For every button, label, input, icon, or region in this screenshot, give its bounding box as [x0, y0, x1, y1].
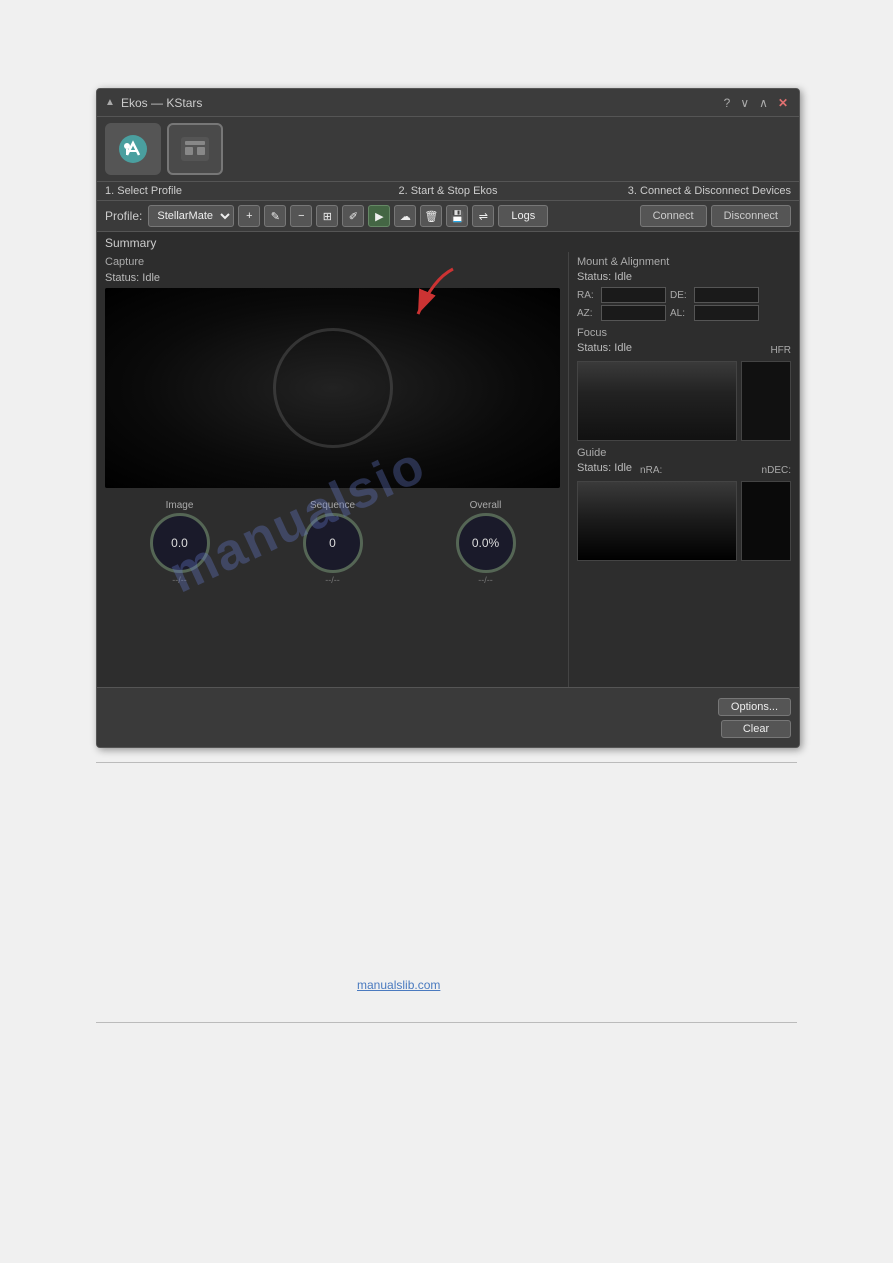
tab-tools[interactable] — [105, 123, 161, 175]
logs-button[interactable]: Logs — [498, 205, 548, 227]
guide-ndec-image — [741, 481, 791, 561]
help-button[interactable]: ? — [721, 96, 734, 110]
gauges-row: Image 0.0 --/-- Sequence 0 --/-- Overall… — [105, 496, 560, 589]
page-wrapper: ▲ Ekos — KStars ? ∨ ∧ ✕ — [0, 0, 893, 1263]
guide-status: Status: Idle — [577, 462, 632, 474]
gauge-overall-label: Overall — [470, 500, 502, 511]
app-icon: ▲ — [105, 97, 117, 109]
remove-profile-button[interactable]: − — [290, 205, 312, 227]
gauge-sequence-circle: 0 — [303, 513, 363, 573]
steps-row: 1. Select Profile 2. Start & Stop Ekos 3… — [97, 182, 799, 201]
mount-title: Mount & Alignment — [577, 256, 791, 268]
bottom-bar: Options... Clear — [97, 687, 799, 747]
gauge-sequence-label: Sequence — [310, 500, 355, 511]
mount-az-row: AZ: AL: — [577, 305, 791, 321]
mount-al-label: AL: — [670, 308, 690, 319]
play-button[interactable]: ▶ — [368, 205, 390, 227]
profile-label: Profile: — [105, 209, 142, 223]
content-flex: Capture Status: Idle Image 0.0 --/-- — [97, 252, 799, 720]
camera-view — [105, 288, 560, 488]
main-area: Capture Status: Idle Image 0.0 --/-- — [97, 252, 799, 720]
guide-status-row: Status: Idle nRA: nDEC: — [577, 462, 791, 478]
separator-1 — [96, 762, 797, 763]
gauge-overall-sub: --/-- — [478, 575, 493, 585]
guide-main-image — [577, 481, 737, 561]
mount-de-label: DE: — [670, 290, 690, 301]
maximize-button[interactable]: ∧ — [756, 96, 771, 110]
gauge-overall-circle: 0.0% — [456, 513, 516, 573]
mount-ra-row: RA: DE: — [577, 287, 791, 303]
mount-ra-input[interactable] — [601, 287, 666, 303]
profile-row: Profile: StellarMate Default Simulator +… — [97, 201, 799, 232]
write-button[interactable]: ✐ — [342, 205, 364, 227]
focus-title: Focus — [577, 327, 791, 339]
window-title: Ekos — KStars — [121, 96, 202, 110]
step-3: 3. Connect & Disconnect Devices — [562, 185, 791, 197]
title-bar: ▲ Ekos — KStars ? ∨ ∧ ✕ — [97, 89, 799, 117]
mount-de-input[interactable] — [694, 287, 759, 303]
gauge-image-circle: 0.0 — [150, 513, 210, 573]
play-icon: ▶ — [375, 210, 383, 223]
guide-title: Guide — [577, 447, 791, 459]
capture-panel: Capture Status: Idle Image 0.0 --/-- — [97, 252, 569, 720]
gauge-overall: Overall 0.0% --/-- — [456, 500, 516, 585]
clear-button[interactable]: Clear — [721, 720, 791, 738]
cloud-button[interactable]: ☁ — [394, 205, 416, 227]
right-panel: Mount & Alignment Status: Idle RA: DE: A… — [569, 252, 799, 720]
app-window: ▲ Ekos — KStars ? ∨ ∧ ✕ — [96, 88, 800, 748]
focus-status-row: Status: Idle HFR — [577, 342, 791, 358]
guide-section: Guide Status: Idle nRA: nDEC: — [577, 447, 791, 561]
focus-status: Status: Idle — [577, 342, 632, 354]
step-1: 1. Select Profile — [105, 185, 334, 197]
add-profile-button[interactable]: + — [238, 205, 260, 227]
save-button[interactable]: 💾 — [446, 205, 468, 227]
gauge-sequence: Sequence 0 --/-- — [303, 500, 363, 585]
capture-title: Capture — [105, 256, 560, 268]
trash-button[interactable]: 🗑 — [420, 205, 442, 227]
gauge-image-label: Image — [166, 500, 194, 511]
tab-profile[interactable] — [167, 123, 223, 175]
profile-select[interactable]: StellarMate Default Simulator — [148, 205, 234, 227]
mount-az-input[interactable] — [601, 305, 666, 321]
separator-2 — [96, 1022, 797, 1023]
title-bar-left: ▲ Ekos — KStars — [105, 96, 202, 110]
close-button[interactable]: ✕ — [775, 96, 791, 110]
mount-section: Mount & Alignment Status: Idle RA: DE: A… — [577, 256, 791, 321]
edit-profile-button[interactable]: ✎ — [264, 205, 286, 227]
step-2: 2. Start & Stop Ekos — [334, 185, 563, 197]
mount-status: Status: Idle — [577, 271, 791, 283]
focus-hfr-image — [741, 361, 791, 441]
capture-status: Status: Idle — [105, 272, 560, 284]
icon-tabs — [97, 117, 799, 182]
disconnect-button[interactable]: Disconnect — [711, 205, 791, 227]
focus-hfr-label: HFR — [770, 345, 791, 356]
mount-al-input[interactable] — [694, 305, 759, 321]
mount-ra-label: RA: — [577, 290, 597, 301]
focus-images — [577, 361, 791, 441]
gauge-sequence-sub: --/-- — [325, 575, 340, 585]
guide-images — [577, 481, 791, 561]
minimize-button[interactable]: ∨ — [737, 96, 752, 110]
settings-button[interactable]: ⇌ — [472, 205, 494, 227]
options-button[interactable]: Options... — [718, 698, 791, 716]
focus-main-image — [577, 361, 737, 441]
summary-label: Summary — [97, 232, 799, 252]
focus-section: Focus Status: Idle HFR — [577, 327, 791, 441]
guide-nra-label: nRA: — [640, 465, 662, 476]
guide-ndec-label: nDEC: — [762, 465, 791, 476]
gauge-image-sub: --/-- — [172, 575, 187, 585]
gauge-image: Image 0.0 --/-- — [150, 500, 210, 585]
camera-view-inner — [105, 288, 560, 488]
title-bar-controls: ? ∨ ∧ ✕ — [721, 96, 791, 110]
copy-profile-button[interactable]: ⊞ — [316, 205, 338, 227]
camera-circle — [273, 328, 393, 448]
connect-group: Connect Disconnect — [640, 205, 791, 227]
mount-az-label: AZ: — [577, 308, 597, 319]
link-text: manualslib.com — [357, 978, 440, 992]
external-link[interactable]: manualslib.com — [357, 978, 440, 992]
connect-button[interactable]: Connect — [640, 205, 707, 227]
